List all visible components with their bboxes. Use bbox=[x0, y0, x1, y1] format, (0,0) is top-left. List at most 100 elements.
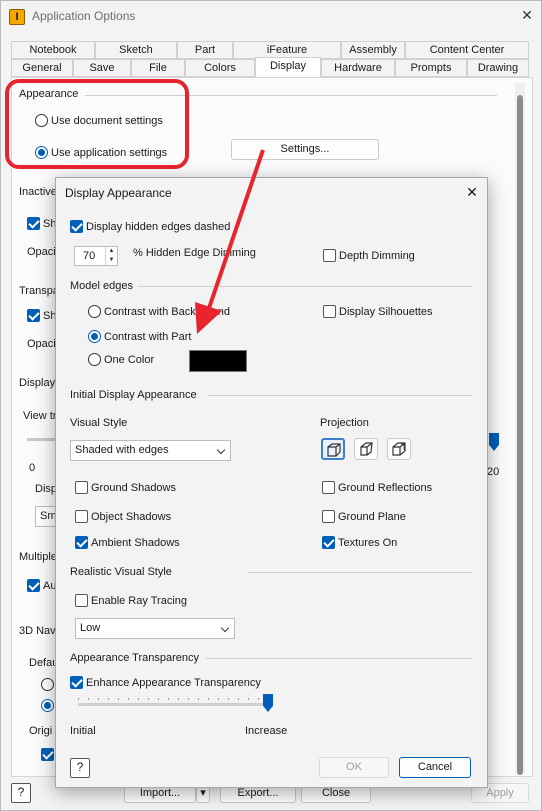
inactive-section-label: Inactive bbox=[19, 186, 57, 198]
panel-scroll-thumb[interactable] bbox=[517, 95, 523, 775]
window-title: Application Options bbox=[32, 9, 136, 23]
slider-increase-label: Increase bbox=[245, 725, 288, 737]
perspective-cube-icon bbox=[360, 442, 373, 456]
initial-display-section-label: Initial Display Appearance bbox=[70, 389, 197, 401]
contrast-background-label: Contrast with Background bbox=[104, 306, 230, 318]
ground-plane-label: Ground Plane bbox=[338, 511, 406, 523]
hidden-edge-dimming-label: % Hidden Edge Dimming bbox=[133, 247, 256, 259]
appearance-transparency-section-label: Appearance Transparency bbox=[70, 652, 200, 664]
enhance-transparency-label: Enhance Appearance Transparency bbox=[86, 677, 261, 689]
enable-ray-tracing-checkbox[interactable] bbox=[75, 594, 88, 607]
origin-label: Origi bbox=[29, 725, 53, 737]
enhance-transparency-checkbox[interactable] bbox=[70, 676, 83, 689]
inactive-shaded-checkbox[interactable] bbox=[27, 217, 40, 230]
depth-dimming-label: Depth Dimming bbox=[339, 250, 415, 262]
display-hidden-edges-dashed-label: Display hidden edges dashed bbox=[86, 221, 231, 233]
contrast-part-radio[interactable] bbox=[88, 330, 101, 343]
origin-checkbox[interactable] bbox=[41, 748, 54, 761]
hidden-edge-dimming-spinner[interactable]: 70 ▲ ▼ bbox=[74, 246, 118, 266]
dialog-title: Display Appearance bbox=[65, 186, 172, 200]
ground-shadows-checkbox[interactable] bbox=[75, 481, 88, 494]
window-close-button[interactable]: ✕ bbox=[517, 4, 537, 26]
spinner-down-icon[interactable]: ▼ bbox=[106, 256, 117, 265]
model-edges-section-label: Model edges bbox=[70, 280, 133, 292]
tab-save[interactable]: Save bbox=[73, 59, 131, 77]
display-appearance-dialog: Display Appearance ✕ Display hidden edge… bbox=[55, 177, 488, 788]
tab-sketch[interactable]: Sketch bbox=[95, 41, 177, 59]
visual-style-label: Visual Style bbox=[70, 417, 128, 429]
orthographic-projection-button[interactable] bbox=[321, 438, 345, 460]
orbit-option-radio-1[interactable] bbox=[41, 678, 54, 691]
transparency-divider bbox=[206, 658, 472, 659]
tab-assembly[interactable]: Assembly bbox=[341, 41, 405, 59]
annotation-highlight-rectangle bbox=[5, 79, 189, 169]
cancel-button[interactable]: Cancel bbox=[399, 757, 471, 778]
tab-content-center[interactable]: Content Center bbox=[405, 41, 529, 59]
perspective-projection-button[interactable] bbox=[354, 438, 378, 460]
slider-initial-label: Initial bbox=[70, 725, 96, 737]
depth-dimming-checkbox[interactable] bbox=[323, 249, 336, 262]
ground-reflections-label: Ground Reflections bbox=[338, 482, 433, 494]
tab-display[interactable]: Display bbox=[255, 57, 321, 77]
ray-tracing-quality-value: Low bbox=[80, 622, 101, 634]
contrast-background-radio[interactable] bbox=[88, 305, 101, 318]
visual-style-value: Shaded with edges bbox=[75, 444, 169, 456]
multiple-auto-checkbox[interactable] bbox=[27, 579, 40, 592]
transparency-slider-track[interactable] bbox=[78, 703, 268, 706]
display-section-label: Display bbox=[19, 377, 56, 389]
enable-ray-tracing-label: Enable Ray Tracing bbox=[91, 595, 187, 607]
orbit-option-radio-2[interactable] bbox=[41, 699, 54, 712]
tab-notebook[interactable]: Notebook bbox=[11, 41, 95, 59]
projection-label: Projection bbox=[320, 417, 369, 429]
display-hidden-edges-dashed-checkbox[interactable] bbox=[70, 220, 83, 233]
main-help-icon[interactable]: ? bbox=[11, 783, 31, 803]
ground-reflections-checkbox[interactable] bbox=[322, 481, 335, 494]
navigation-3d-section-label: 3D Navi bbox=[19, 625, 59, 637]
dialog-close-button[interactable]: ✕ bbox=[462, 182, 482, 202]
one-color-swatch[interactable] bbox=[189, 350, 247, 372]
view-transition-slider-track[interactable] bbox=[27, 438, 57, 441]
tab-drawing[interactable]: Drawing bbox=[467, 59, 529, 77]
chevron-down-icon bbox=[216, 445, 226, 455]
textures-on-checkbox[interactable] bbox=[322, 536, 335, 549]
perspective-ortho-cube-icon bbox=[392, 442, 406, 456]
object-shadows-checkbox[interactable] bbox=[75, 510, 88, 523]
tab-part[interactable]: Part bbox=[177, 41, 233, 59]
view-transition-min-label: 0 bbox=[29, 462, 36, 474]
transparency-shaded-checkbox[interactable] bbox=[27, 309, 40, 322]
ground-shadows-label: Ground Shadows bbox=[91, 482, 176, 494]
model-edges-divider bbox=[138, 286, 472, 287]
spinner-up-icon[interactable]: ▲ bbox=[106, 247, 117, 256]
display-silhouettes-label: Display Silhouettes bbox=[339, 306, 433, 318]
spinner-arrows[interactable]: ▲ ▼ bbox=[105, 247, 117, 265]
transparency-slider-thumb[interactable] bbox=[263, 694, 273, 712]
transparency-slider-ticks bbox=[78, 698, 268, 700]
chevron-down-icon bbox=[220, 623, 230, 633]
initial-display-divider bbox=[208, 395, 472, 396]
transparency-section-label: Transpa bbox=[19, 285, 59, 297]
hidden-edge-dimming-value: 70 bbox=[83, 250, 96, 262]
ok-button[interactable]: OK bbox=[319, 757, 389, 778]
ambient-shadows-label: Ambient Shadows bbox=[91, 537, 180, 549]
appearance-settings-button[interactable]: Settings... bbox=[231, 139, 379, 160]
tab-general[interactable]: General bbox=[11, 59, 73, 77]
perspective-ortho-faces-button[interactable] bbox=[387, 438, 411, 460]
tab-colors[interactable]: Colors bbox=[185, 59, 255, 77]
textures-on-label: Textures On bbox=[338, 537, 398, 549]
tab-hardware[interactable]: Hardware bbox=[321, 59, 395, 77]
object-shadows-label: Object Shadows bbox=[91, 511, 172, 523]
dialog-help-icon[interactable]: ? bbox=[70, 758, 90, 778]
one-color-label: One Color bbox=[104, 354, 155, 366]
tab-file[interactable]: File bbox=[131, 59, 185, 77]
one-color-radio[interactable] bbox=[88, 353, 101, 366]
visual-style-select[interactable]: Shaded with edges bbox=[70, 440, 231, 461]
tab-prompts[interactable]: Prompts bbox=[395, 59, 467, 77]
orthographic-cube-icon bbox=[327, 443, 341, 457]
app-icon: I bbox=[9, 9, 25, 25]
ray-tracing-quality-select[interactable]: Low bbox=[75, 618, 235, 639]
ambient-shadows-checkbox[interactable] bbox=[75, 536, 88, 549]
realistic-divider bbox=[248, 572, 472, 573]
display-silhouettes-checkbox[interactable] bbox=[323, 305, 336, 318]
default-orbit-label: Defau bbox=[29, 657, 59, 669]
ground-plane-checkbox[interactable] bbox=[322, 510, 335, 523]
